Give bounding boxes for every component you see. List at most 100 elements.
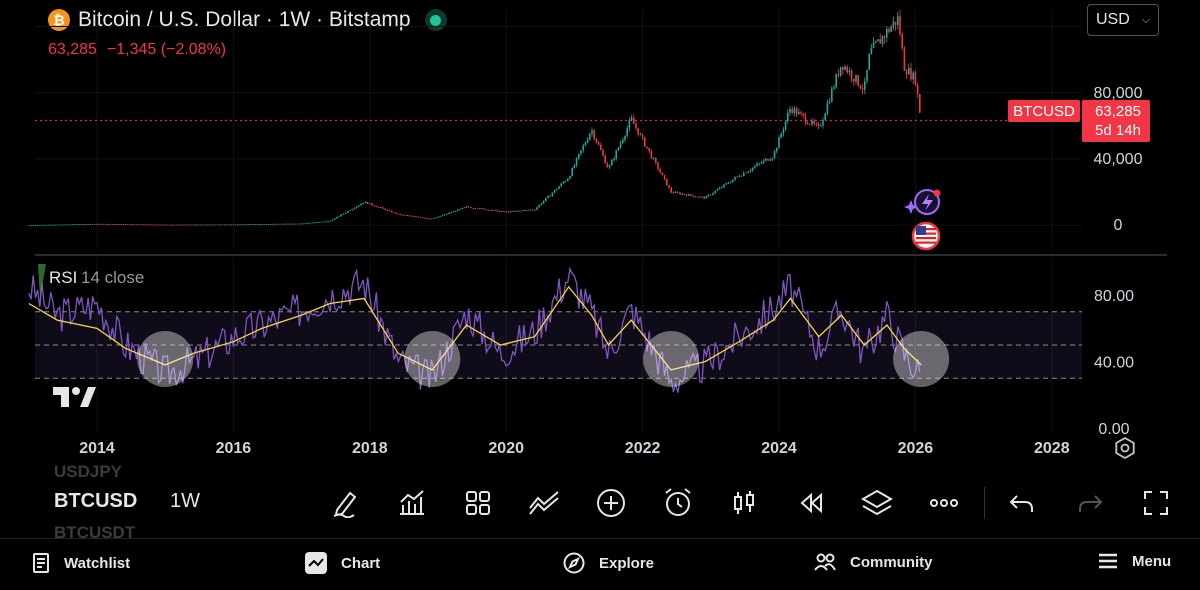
- price-candle: [877, 39, 879, 42]
- redo-icon[interactable]: [1072, 485, 1108, 521]
- price-candle: [901, 34, 903, 49]
- nav-menu-label: Menu: [1132, 552, 1172, 570]
- price-candle: [842, 66, 844, 70]
- price-candle: [107, 223, 109, 225]
- price-candle: [886, 28, 888, 38]
- price-candle: [459, 208, 461, 210]
- more-icon[interactable]: [926, 485, 962, 521]
- price-candle: [624, 135, 626, 140]
- price-candle: [94, 223, 96, 225]
- candle-type-icon[interactable]: [726, 485, 762, 521]
- price-candle: [237, 224, 239, 226]
- chart-canvas[interactable]: 80,00040,0000 80.0040.000.00 2014 2016 201…: [0, 0, 1200, 466]
- flash-icon[interactable]: [904, 189, 941, 215]
- price-candle: [221, 224, 224, 226]
- price-candle: [465, 206, 468, 208]
- price-candle: [679, 192, 681, 195]
- price-candle: [754, 166, 756, 168]
- nav-chart[interactable]: Chart: [305, 552, 380, 574]
- nav-chart-label: Chart: [341, 554, 381, 572]
- compare-icon[interactable]: [526, 485, 562, 521]
- price-candle: [325, 221, 327, 223]
- price-candle: [701, 196, 703, 198]
- price-candle: [534, 209, 536, 211]
- rsi-tick-label: 80.00: [1094, 288, 1134, 305]
- price-candle: [377, 207, 380, 208]
- price-candle: [520, 210, 523, 212]
- toolbar-interval[interactable]: 1W: [170, 490, 200, 513]
- price-candle: [113, 224, 116, 225]
- price-candle: [472, 208, 474, 209]
- price-candle: [575, 158, 578, 166]
- price-candle: [611, 160, 613, 166]
- time-tick-label: 2024: [761, 440, 797, 457]
- undo-icon[interactable]: [1004, 485, 1040, 521]
- price-candle: [864, 81, 866, 90]
- price-candle: [846, 66, 848, 73]
- price-candle: [833, 87, 835, 89]
- price-candle: [914, 72, 917, 85]
- price-candle: [373, 205, 375, 207]
- price-candle: [371, 203, 373, 206]
- price-candle: [666, 178, 668, 186]
- nav-community[interactable]: Community: [814, 552, 933, 572]
- price-candle: [245, 224, 248, 226]
- rsi-legend[interactable]: RSI 14 close: [38, 264, 144, 298]
- price-candle: [815, 123, 818, 125]
- price-candle: [690, 194, 692, 196]
- price-candle: [228, 224, 230, 226]
- nav-explore[interactable]: Explore: [563, 552, 654, 574]
- drawing-pen-icon[interactable]: [328, 485, 364, 521]
- price-candle: [30, 225, 32, 226]
- layers-icon[interactable]: [859, 485, 895, 521]
- price-candle: [732, 179, 734, 183]
- price-candle: [142, 224, 144, 226]
- price-candle: [518, 210, 521, 212]
- layout-grid-icon[interactable]: [460, 485, 496, 521]
- time-tick-label: 2028: [1034, 440, 1070, 457]
- price-candle: [672, 192, 675, 194]
- price-candle: [138, 224, 140, 226]
- price-candle: [140, 224, 142, 226]
- price-candle: [551, 192, 554, 196]
- price-candle: [296, 223, 298, 225]
- us-flag-icon[interactable]: [911, 221, 941, 251]
- price-candle: [765, 158, 767, 161]
- price-candle: [441, 215, 444, 217]
- price-candle: [388, 210, 391, 212]
- fullscreen-icon[interactable]: [1138, 485, 1174, 521]
- price-candle: [608, 165, 611, 168]
- price-candle: [727, 183, 730, 184]
- price-candle: [111, 223, 114, 225]
- price-candle: [437, 216, 439, 218]
- alarm-clock-icon[interactable]: [660, 485, 696, 521]
- price-candle: [853, 78, 855, 82]
- indicators-icon[interactable]: [394, 485, 430, 521]
- price-candle: [569, 176, 571, 179]
- price-candle: [490, 210, 492, 211]
- price-candle: [615, 150, 617, 159]
- nav-watchlist[interactable]: Watchlist: [32, 552, 130, 574]
- rsi-low-highlight: [893, 331, 950, 387]
- price-candle: [894, 21, 897, 25]
- add-icon[interactable]: [593, 485, 629, 521]
- price-candle: [725, 183, 727, 185]
- price-candle: [127, 224, 129, 225]
- price-candle: [450, 212, 452, 214]
- price-candle: [784, 121, 787, 130]
- price-candle: [177, 224, 180, 226]
- price-candle: [641, 134, 644, 138]
- price-badge-countdown: 5d 14h: [1095, 122, 1141, 139]
- price-candle: [703, 196, 705, 199]
- settings-gear-icon[interactable]: [1115, 436, 1135, 460]
- replay-rewind-icon[interactable]: [793, 485, 829, 521]
- price-candle: [131, 224, 133, 226]
- toolbar-symbol[interactable]: BTCUSD: [54, 490, 137, 513]
- rsi-low-highlight: [643, 331, 700, 387]
- price-candle: [622, 139, 624, 143]
- price-candle: [780, 133, 782, 138]
- nav-menu[interactable]: Menu: [1098, 552, 1171, 570]
- price-candle: [685, 194, 688, 196]
- price-candle: [558, 186, 560, 189]
- nav-community-label: Community: [850, 553, 933, 571]
